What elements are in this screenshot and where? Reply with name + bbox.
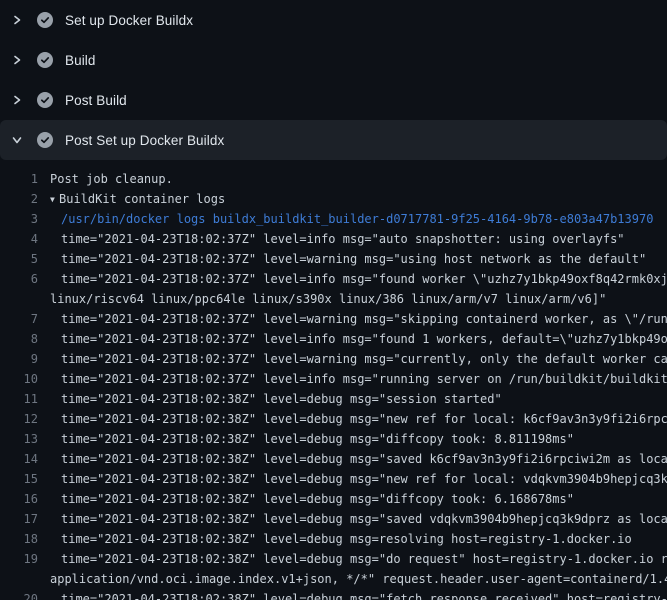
step-row[interactable]: Post Build <box>0 80 667 120</box>
step-label: Post Set up Docker Buildx <box>65 133 224 148</box>
step-label: Build <box>65 53 96 68</box>
log-text: time="2021-04-23T18:02:38Z" level=debug … <box>38 409 667 429</box>
line-number[interactable]: 8 <box>0 329 38 349</box>
chevron-right-icon[interactable] <box>11 94 23 106</box>
line-number[interactable]: 2 <box>0 189 38 209</box>
log-line-row: 3/usr/bin/docker logs buildx_buildkit_bu… <box>0 209 667 229</box>
log-line-row: 7time="2021-04-23T18:02:37Z" level=warni… <box>0 309 667 329</box>
line-number[interactable]: 9 <box>0 349 38 369</box>
log-text: ▼BuildKit container logs <box>38 189 225 209</box>
log-text: application/vnd.oci.image.index.v1+json,… <box>38 569 667 589</box>
log-line-row: 9time="2021-04-23T18:02:37Z" level=warni… <box>0 349 667 369</box>
log-text: time="2021-04-23T18:02:38Z" level=debug … <box>38 469 667 489</box>
log-line-row: 12time="2021-04-23T18:02:38Z" level=debu… <box>0 409 667 429</box>
log-text: time="2021-04-23T18:02:37Z" level=info m… <box>38 329 667 349</box>
line-number[interactable]: 3 <box>0 209 38 229</box>
chevron-down-icon[interactable] <box>11 134 23 146</box>
log-line-row: 11time="2021-04-23T18:02:38Z" level=debu… <box>0 389 667 409</box>
line-number[interactable]: 10 <box>0 369 38 389</box>
check-circle-icon <box>37 12 53 28</box>
step-row[interactable]: Build <box>0 40 667 80</box>
line-number[interactable]: 16 <box>0 489 38 509</box>
log-line-row: 10time="2021-04-23T18:02:37Z" level=info… <box>0 369 667 389</box>
line-number[interactable]: 1 <box>0 169 38 189</box>
log-line-row: 1Post job cleanup. <box>0 169 667 189</box>
log-line-row: 4time="2021-04-23T18:02:37Z" level=info … <box>0 229 667 249</box>
log-text: time="2021-04-23T18:02:38Z" level=debug … <box>38 529 632 549</box>
log-text: time="2021-04-23T18:02:37Z" level=info m… <box>38 229 625 249</box>
log-text: linux/riscv64 linux/ppc64le linux/s390x … <box>38 289 606 309</box>
log-text: Post job cleanup. <box>38 169 173 189</box>
line-number[interactable]: 19 <box>0 549 38 569</box>
line-number[interactable]: 7 <box>0 309 38 329</box>
line-number[interactable]: 14 <box>0 449 38 469</box>
workflow-log-panel: Set up Docker Buildx Build Post Build Post … <box>0 0 667 600</box>
log-line-row: 18time="2021-04-23T18:02:38Z" level=debu… <box>0 529 667 549</box>
line-number[interactable]: 12 <box>0 409 38 429</box>
line-number[interactable]: 5 <box>0 249 38 269</box>
check-circle-icon <box>37 92 53 108</box>
line-number-empty <box>0 289 38 309</box>
log-text: time="2021-04-23T18:02:37Z" level=warnin… <box>38 309 667 329</box>
log-text: time="2021-04-23T18:02:38Z" level=debug … <box>38 489 574 509</box>
log-text: time="2021-04-23T18:02:38Z" level=debug … <box>38 449 667 469</box>
line-number[interactable]: 20 <box>0 589 38 600</box>
log-text: time="2021-04-23T18:02:38Z" level=debug … <box>38 389 502 409</box>
step-label: Set up Docker Buildx <box>65 13 193 28</box>
line-number[interactable]: 18 <box>0 529 38 549</box>
log-text: time="2021-04-23T18:02:37Z" level=info m… <box>38 269 667 289</box>
chevron-right-icon[interactable] <box>11 14 23 26</box>
chevron-right-icon[interactable] <box>11 54 23 66</box>
log-line-row: 13time="2021-04-23T18:02:38Z" level=debu… <box>0 429 667 449</box>
line-number[interactable]: 17 <box>0 509 38 529</box>
log-line-row: 16time="2021-04-23T18:02:38Z" level=debu… <box>0 489 667 509</box>
step-row[interactable]: Set up Docker Buildx <box>0 0 667 40</box>
log-viewer: 1Post job cleanup.2▼BuildKit container l… <box>0 169 667 600</box>
check-circle-icon <box>37 52 53 68</box>
log-text: time="2021-04-23T18:02:38Z" level=debug … <box>38 549 667 569</box>
log-text: time="2021-04-23T18:02:38Z" level=debug … <box>38 429 574 449</box>
step-row[interactable]: Post Set up Docker Buildx <box>0 120 667 160</box>
check-circle-icon <box>37 132 53 148</box>
line-number-empty <box>0 569 38 589</box>
log-line-row: 14time="2021-04-23T18:02:38Z" level=debu… <box>0 449 667 469</box>
disclosure-triangle-icon[interactable]: ▼ <box>50 190 59 209</box>
line-number[interactable]: 4 <box>0 229 38 249</box>
line-number[interactable]: 6 <box>0 269 38 289</box>
log-line-row: 8time="2021-04-23T18:02:37Z" level=info … <box>0 329 667 349</box>
log-line-row: 6time="2021-04-23T18:02:37Z" level=info … <box>0 269 667 289</box>
log-command-text: /usr/bin/docker logs buildx_buildkit_bui… <box>38 209 653 229</box>
log-text: time="2021-04-23T18:02:37Z" level=warnin… <box>38 349 667 369</box>
log-text: time="2021-04-23T18:02:38Z" level=debug … <box>38 589 667 600</box>
log-line-row: 17time="2021-04-23T18:02:38Z" level=debu… <box>0 509 667 529</box>
log-line-row: application/vnd.oci.image.index.v1+json,… <box>0 569 667 589</box>
log-line-row: 2▼BuildKit container logs <box>0 189 667 209</box>
log-line-row: 19time="2021-04-23T18:02:38Z" level=debu… <box>0 549 667 569</box>
line-number[interactable]: 11 <box>0 389 38 409</box>
log-text: time="2021-04-23T18:02:37Z" level=warnin… <box>38 249 646 269</box>
log-line-row: linux/riscv64 linux/ppc64le linux/s390x … <box>0 289 667 309</box>
step-label: Post Build <box>65 93 127 108</box>
log-text: time="2021-04-23T18:02:37Z" level=info m… <box>38 369 667 389</box>
line-number[interactable]: 15 <box>0 469 38 489</box>
log-line-row: 5time="2021-04-23T18:02:37Z" level=warni… <box>0 249 667 269</box>
line-number[interactable]: 13 <box>0 429 38 449</box>
steps-list: Set up Docker Buildx Build Post Build Post … <box>0 0 667 160</box>
log-text: time="2021-04-23T18:02:38Z" level=debug … <box>38 509 667 529</box>
log-line-row: 15time="2021-04-23T18:02:38Z" level=debu… <box>0 469 667 489</box>
log-line-row: 20time="2021-04-23T18:02:38Z" level=debu… <box>0 589 667 600</box>
